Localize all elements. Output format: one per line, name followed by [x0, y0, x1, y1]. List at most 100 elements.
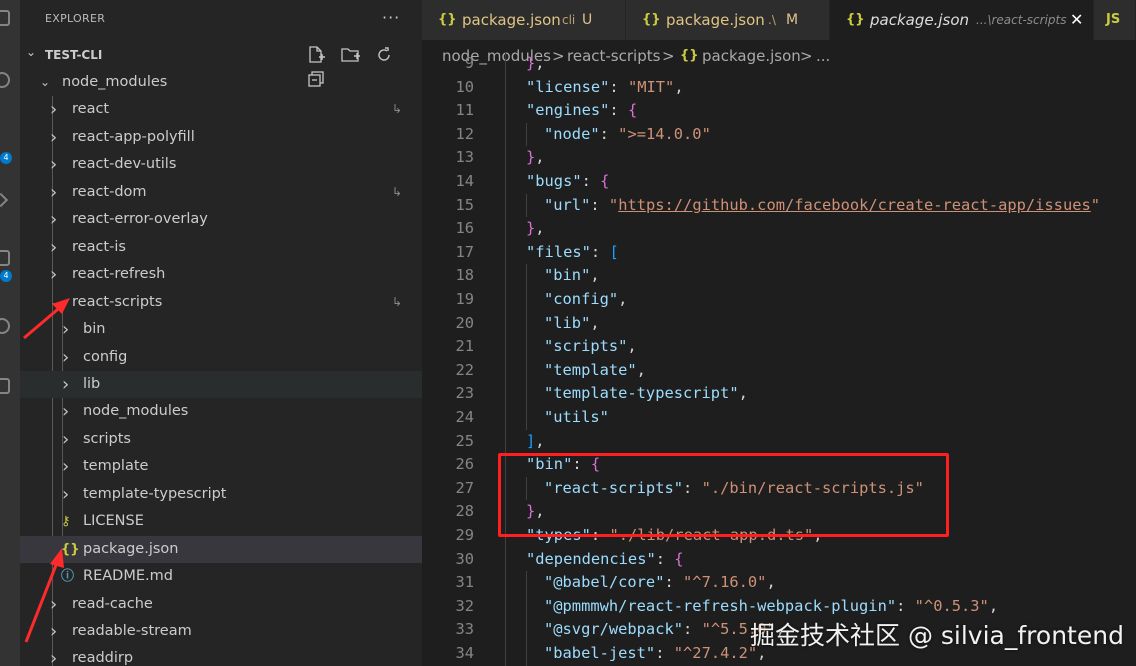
- tree-folder[interactable]: › react-dom ↳: [20, 179, 422, 206]
- tree-item-label: node_modules: [62, 74, 168, 90]
- run-icon[interactable]: [0, 192, 9, 208]
- tab-description: ...\react-scripts: [976, 13, 1067, 27]
- indent-guide: [526, 193, 527, 218]
- indent-guide: [505, 193, 506, 218]
- indent-guide: [505, 547, 506, 572]
- account-icon[interactable]: [0, 318, 10, 334]
- line-number: 34: [455, 644, 474, 662]
- tree-file[interactable]: {} package.json: [20, 535, 422, 563]
- line-number: 11: [455, 101, 474, 120]
- tree-folder[interactable]: › readable-stream: [20, 618, 422, 645]
- code-editor[interactable]: 9}, 10 "license": "MIT", 11 "engines": {12 "n…: [422, 52, 1136, 666]
- tree-item-label: react-error-overlay: [72, 211, 208, 228]
- tab-label: package.json: [462, 11, 561, 29]
- symlink-icon: ↳: [392, 294, 403, 309]
- tree-folder[interactable]: › bin: [20, 316, 422, 343]
- remote-icon[interactable]: [0, 378, 10, 394]
- tree-folder[interactable]: › read-cache: [20, 591, 422, 618]
- tree-folder[interactable]: › lib: [20, 370, 422, 398]
- indent-guide: [505, 264, 506, 288]
- json-file-icon: {}: [642, 12, 661, 27]
- indent-guide: [526, 382, 527, 406]
- line-number: 13: [455, 148, 474, 167]
- indent-guide: [526, 406, 527, 430]
- tab-package-json-react-scripts[interactable]: {} package.json ...\react-scripts ✕: [830, 0, 1094, 40]
- code-text: "bin",: [544, 266, 600, 285]
- tree-folder[interactable]: › react ↳: [20, 96, 422, 123]
- chevron-right-icon: ›: [50, 154, 58, 176]
- tree-folder[interactable]: › template: [20, 453, 422, 480]
- tab-label: package.json: [870, 11, 970, 29]
- tree-file[interactable]: ⓘ README.md: [20, 563, 422, 590]
- tree-item-label: react-app-polyfill: [72, 128, 195, 145]
- tree-folder[interactable]: › config: [20, 344, 422, 371]
- tab-js-file[interactable]: JS: [1094, 0, 1136, 40]
- symlink-icon: ↳: [392, 184, 403, 199]
- tree-folder[interactable]: › react-refresh: [20, 261, 422, 288]
- scm-badge: 4: [0, 152, 12, 164]
- code-line: 20 "lib",: [422, 311, 1136, 336]
- tree-folder[interactable]: › react-app-polyfill: [20, 124, 422, 151]
- indent-guide: [505, 429, 506, 454]
- line-number: 24: [455, 408, 474, 426]
- chevron-right-icon: ›: [62, 456, 70, 478]
- tree-folder[interactable]: › scripts: [20, 426, 422, 453]
- tree-folder[interactable]: › node_modules: [20, 398, 422, 425]
- code-text: "utils": [544, 408, 609, 426]
- json-file-icon: {}: [438, 12, 457, 27]
- chevron-right-icon: ›: [50, 126, 58, 148]
- line-number: 25: [455, 431, 474, 450]
- new-file-icon[interactable]: [305, 45, 327, 65]
- indent-guide: [505, 288, 506, 312]
- code-line: 14 "bugs": {: [422, 170, 1136, 194]
- tree-item-label: lib: [83, 375, 101, 392]
- search-icon[interactable]: [0, 72, 10, 88]
- workspace-section-header[interactable]: ⌄ TEST-CLI: [20, 42, 422, 87]
- chevron-right-icon: ›: [62, 428, 70, 450]
- tree-file[interactable]: ⚷ LICENSE: [20, 508, 422, 535]
- explorer-icon[interactable]: [0, 10, 10, 26]
- code-text: },: [526, 219, 545, 238]
- chevron-right-icon: ›: [50, 236, 58, 258]
- tree-folder[interactable]: › react-is: [20, 234, 422, 261]
- code-line: 22 "template",: [422, 358, 1136, 383]
- tab-package-json-root[interactable]: {} package.json .\ M: [626, 0, 830, 40]
- indent-guide: [505, 240, 506, 265]
- annotation-arrow: [23, 298, 70, 340]
- tree-folder[interactable]: › react-dev-utils: [20, 151, 422, 178]
- code-line: 21 "scripts",: [422, 335, 1136, 359]
- tree-item-label: LICENSE: [83, 513, 144, 530]
- tree-folder[interactable]: ⌄ react-scripts ↳: [20, 289, 422, 316]
- tree-folder[interactable]: › readdirp: [20, 645, 422, 666]
- indent-guide: [526, 311, 527, 336]
- line-number: 12: [455, 124, 474, 143]
- annotation-highlight-box: [498, 453, 949, 537]
- code-text: "scripts",: [544, 337, 637, 356]
- tab-package-json-cli[interactable]: {} package.json cli U: [422, 0, 626, 40]
- tree-folder[interactable]: › template-typescript: [20, 481, 422, 508]
- tree-item-label: package.json: [83, 540, 179, 557]
- new-folder-icon[interactable]: [339, 45, 361, 65]
- extensions-icon[interactable]: [0, 250, 10, 266]
- indent-guide: [505, 170, 506, 194]
- tree-folder[interactable]: › react-error-overlay: [20, 206, 422, 233]
- tree-folder[interactable]: ⌄ node_modules: [20, 69, 422, 96]
- indent-guide: [526, 122, 527, 147]
- close-icon[interactable]: ✕: [1070, 0, 1083, 40]
- code-line: 30 "dependencies": {: [422, 547, 1136, 572]
- indent-guide: [526, 264, 527, 288]
- chevron-right-icon: ›: [62, 373, 70, 395]
- explorer-sidebar: EXPLORER ··· ⌄ TEST-CLI ⌄ node_modules › re…: [20, 0, 422, 666]
- code-text: "files": [: [526, 242, 619, 261]
- code-text: "@pmmmwh/react-refresh-webpack-plugin": …: [544, 596, 999, 615]
- code-line: 9},: [422, 52, 1136, 76]
- more-actions-icon[interactable]: ···: [382, 8, 400, 27]
- tree-item-label: react-is: [72, 238, 126, 255]
- code-text: },: [526, 148, 545, 167]
- code-line: 31 "@babel/core": "^7.16.0",: [422, 571, 1136, 595]
- refresh-icon[interactable]: [373, 45, 395, 65]
- code-line: 32 "@pmmmwh/react-refresh-webpack-plugin"…: [422, 594, 1136, 619]
- editor-area: {} package.json cli U {} package.json .\…: [422, 0, 1136, 666]
- tree-item-label: scripts: [83, 430, 131, 447]
- indent-guide: [505, 571, 506, 595]
